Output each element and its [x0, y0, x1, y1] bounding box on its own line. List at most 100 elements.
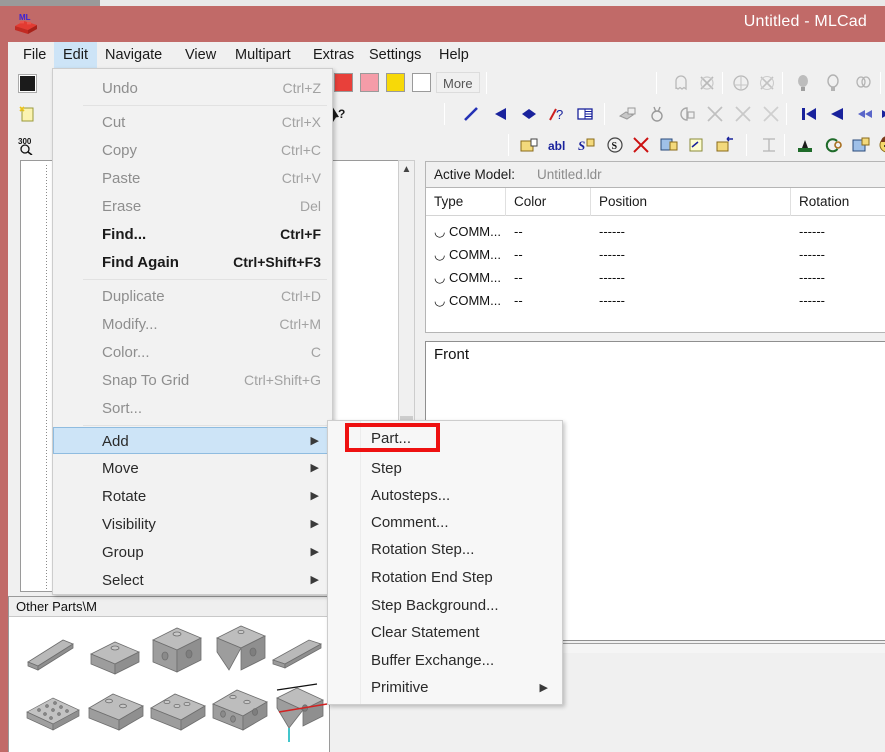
measure-icon[interactable]: [756, 132, 782, 158]
part-thumbnail[interactable]: [147, 620, 209, 680]
abl-icon[interactable]: abl: [544, 132, 570, 158]
picture-add-icon[interactable]: [848, 132, 874, 158]
more-colors-button[interactable]: More: [436, 72, 480, 93]
next-icon[interactable]: [876, 101, 885, 127]
pivot-icon[interactable]: [728, 70, 754, 96]
color-swatch-yellow[interactable]: [386, 73, 405, 92]
submenu-item-buffer-exchange[interactable]: Buffer Exchange...: [328, 648, 562, 674]
submenu-item-rotation-step[interactable]: Rotation Step...: [328, 537, 562, 563]
first-icon[interactable]: [796, 101, 822, 127]
zoom-300-button[interactable]: 300: [14, 132, 40, 158]
menu-item-visibility[interactable]: Visibility ▶: [54, 511, 333, 538]
part-thumbnail[interactable]: [23, 684, 85, 744]
color-swatch-white[interactable]: [412, 73, 431, 92]
face-icon[interactable]: [874, 132, 885, 158]
menu-item-group[interactable]: Group ▶: [54, 539, 333, 566]
table-row[interactable]: ◡ COMM... -- ------ ------: [426, 266, 885, 289]
color-current-button[interactable]: [14, 70, 40, 96]
delete-a-icon[interactable]: [702, 101, 728, 127]
menu-item-snap-to-grid[interactable]: Snap To Grid Ctrl+Shift+G: [54, 367, 333, 394]
part-thumbnail-selected[interactable]: [271, 674, 333, 742]
rotate-target-icon[interactable]: [820, 132, 846, 158]
step-icon[interactable]: S: [574, 132, 600, 158]
delete-pivot-icon[interactable]: [754, 70, 780, 96]
part-thumbnail[interactable]: [85, 682, 147, 742]
part-thumbnail[interactable]: [209, 620, 271, 680]
table-row[interactable]: ◡ COMM... -- ------ ------: [426, 220, 885, 243]
ghost-icon[interactable]: [668, 70, 694, 96]
menu-item-add[interactable]: Add ▶: [53, 427, 334, 454]
bulbs-icon[interactable]: [850, 70, 876, 96]
menu-item-erase[interactable]: Erase Del: [54, 193, 333, 220]
menu-item-duplicate[interactable]: Duplicate Ctrl+D: [54, 283, 333, 310]
delete-x-icon[interactable]: [628, 132, 654, 158]
grid-col-position[interactable]: Position: [591, 188, 791, 216]
menu-item-copy[interactable]: Copy Ctrl+C: [54, 137, 333, 164]
submenu-item-step[interactable]: Step: [328, 456, 562, 482]
question-line-icon[interactable]: ?: [544, 101, 570, 127]
menu-item-move[interactable]: Move ▶: [54, 455, 333, 482]
menu-item-undo[interactable]: Undo Ctrl+Z: [54, 75, 333, 102]
menu-file[interactable]: File: [14, 42, 55, 68]
active-model-value[interactable]: Untitled.ldr: [515, 167, 602, 182]
s-circle-icon[interactable]: S: [602, 132, 628, 158]
menu-multipart[interactable]: Multipart: [226, 42, 300, 68]
swap-folder-icon[interactable]: [712, 132, 738, 158]
medal-icon[interactable]: [644, 101, 670, 127]
part-thumbnail[interactable]: [147, 682, 209, 742]
submenu-item-autosteps[interactable]: Autosteps...: [328, 483, 562, 509]
bulb-icon[interactable]: [790, 70, 816, 96]
menu-item-sort[interactable]: Sort...: [54, 395, 333, 422]
grid-col-color[interactable]: Color: [506, 188, 591, 216]
color-swatch-pink[interactable]: [360, 73, 379, 92]
scroll-up-arrow-icon[interactable]: ▲: [399, 161, 414, 178]
submenu-item-step-background[interactable]: Step Background...: [328, 593, 562, 619]
part-thumbnail[interactable]: [85, 624, 147, 684]
image-add-icon[interactable]: [656, 132, 682, 158]
grid-icon[interactable]: [572, 101, 598, 127]
stamp-icon[interactable]: [792, 132, 818, 158]
menu-item-select[interactable]: Select ▶: [54, 567, 333, 594]
submenu-item-clear-statement[interactable]: Clear Statement: [328, 620, 562, 646]
delete-c-icon[interactable]: [758, 101, 784, 127]
diamond-icon[interactable]: [516, 101, 542, 127]
lock-icon[interactable]: [674, 101, 700, 127]
menu-item-paste[interactable]: Paste Ctrl+V: [54, 165, 333, 192]
grid-col-rotation[interactable]: Rotation: [791, 188, 885, 216]
menu-item-find-again[interactable]: Find Again Ctrl+Shift+F3: [54, 249, 333, 276]
rewind-icon[interactable]: [852, 101, 878, 127]
submenu-item-comment[interactable]: Comment...: [328, 510, 562, 536]
bulb-outline-icon[interactable]: [820, 70, 846, 96]
prev-icon[interactable]: [824, 101, 850, 127]
delete-b-icon[interactable]: [730, 101, 756, 127]
menu-item-modify[interactable]: Modify... Ctrl+M: [54, 311, 333, 338]
color-swatch-red[interactable]: [334, 73, 353, 92]
menu-item-find[interactable]: Find... Ctrl+F: [54, 221, 333, 248]
left-arrow-icon[interactable]: [488, 101, 514, 127]
submenu-item-rotation-end-step[interactable]: Rotation End Step: [328, 565, 562, 591]
add-submenu[interactable]: Part... Step Autosteps... Comment... Rot…: [327, 420, 563, 705]
table-row[interactable]: ◡ COMM... -- ------ ------: [426, 289, 885, 312]
edit-dropdown-menu[interactable]: Undo Ctrl+Z Cut Ctrl+X Copy Ctrl+C Paste…: [52, 68, 334, 595]
part-thumbnail[interactable]: [23, 624, 85, 684]
menu-view[interactable]: View: [176, 42, 225, 68]
parts-browser-panel[interactable]: Other Parts\M: [8, 596, 330, 752]
parts-grid-panel[interactable]: Type Color Position Rotation ◡ COMM... -…: [425, 187, 885, 333]
rotate-page-icon[interactable]: [684, 132, 710, 158]
menu-edit[interactable]: Edit: [54, 42, 97, 68]
submenu-item-primitive[interactable]: Primitive ▶: [328, 675, 562, 701]
part-thumbnail[interactable]: [209, 678, 271, 738]
new-file-icon[interactable]: [14, 101, 40, 127]
folder-add-icon[interactable]: [516, 132, 542, 158]
parts-thumbnail-grid[interactable]: [9, 618, 329, 752]
table-row[interactable]: ◡ COMM... -- ------ ------: [426, 243, 885, 266]
menu-item-color[interactable]: Color... C: [54, 339, 333, 366]
model-add-icon[interactable]: [614, 101, 640, 127]
menu-help[interactable]: Help: [430, 42, 478, 68]
menu-extras[interactable]: Extras: [304, 42, 363, 68]
line-icon[interactable]: [458, 101, 484, 127]
menu-item-rotate[interactable]: Rotate ▶: [54, 483, 333, 510]
menu-settings[interactable]: Settings: [360, 42, 430, 68]
grid-col-type[interactable]: Type: [426, 188, 506, 216]
menu-item-cut[interactable]: Cut Ctrl+X: [54, 109, 333, 136]
